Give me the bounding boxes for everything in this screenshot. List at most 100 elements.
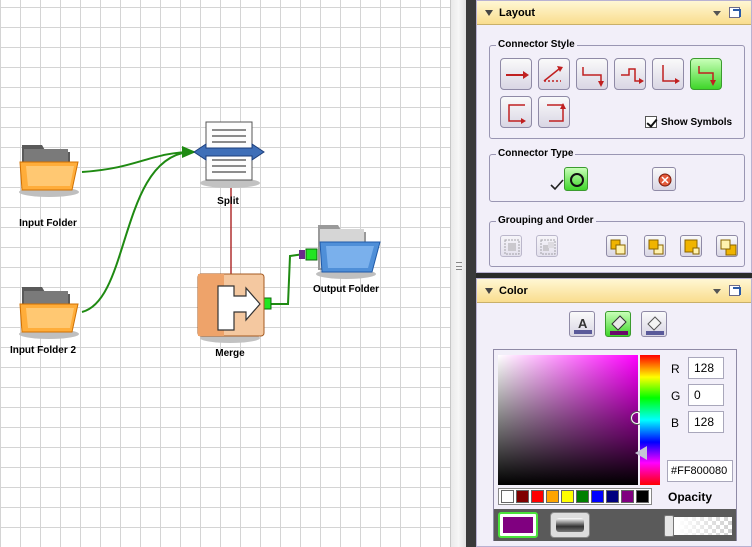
opacity-slider[interactable] — [664, 515, 732, 537]
straight-connector-icon — [506, 71, 529, 79]
node-label: Merge — [215, 348, 245, 359]
stroke-color-icon — [646, 316, 664, 335]
chevron-down-icon[interactable] — [713, 11, 721, 16]
folder-icon — [19, 287, 79, 339]
straight-connector-button[interactable] — [500, 58, 532, 90]
orthogonal-connector-icon — [582, 67, 604, 87]
cross-connector-icon — [658, 173, 672, 187]
send-to-back-button[interactable] — [716, 235, 738, 257]
svg-text:A: A — [578, 316, 588, 331]
color-swatch[interactable] — [516, 490, 529, 503]
selected-checkmark-icon — [550, 179, 564, 191]
blue-label: B — [671, 416, 680, 430]
hue-slider[interactable] — [640, 355, 660, 485]
loop-right-connector-icon — [547, 103, 566, 122]
color-panel-header[interactable]: Color — [477, 279, 751, 303]
ungroup-icon — [540, 239, 556, 255]
loop-right-connector-button[interactable] — [538, 96, 570, 128]
text-color-button[interactable]: A — [569, 311, 595, 337]
ortho-step-connector-icon — [621, 68, 644, 84]
grouping-order-group: Grouping and Order — [489, 215, 745, 267]
circle-connector-icon — [570, 173, 584, 187]
current-color-swatch[interactable] — [498, 512, 538, 538]
blue-input[interactable]: 128 — [688, 411, 724, 433]
color-swatch[interactable] — [501, 490, 514, 503]
popout-icon[interactable] — [729, 285, 741, 296]
split-node[interactable]: Split — [192, 120, 272, 207]
loop-left-connector-button[interactable] — [500, 96, 532, 128]
color-swatches — [498, 488, 652, 505]
connector-style-group: Connector Style Show Symbols — [489, 39, 745, 139]
bring-forward-button[interactable] — [644, 235, 666, 257]
hue-slider-thumb[interactable] — [635, 446, 647, 460]
diagram-canvas[interactable]: Input Folder Input Folder 2 Split Merge … — [0, 0, 450, 547]
folder-icon — [19, 145, 79, 197]
connector-merge-output — [270, 253, 305, 305]
spline-connector-button[interactable] — [538, 58, 570, 90]
color-swatch[interactable] — [561, 490, 574, 503]
color-picker: R 128 G 0 B 128 #FF800080 Opacity — [493, 349, 737, 541]
ortho-corner-connector-button[interactable] — [652, 58, 684, 90]
spline-connector-icon — [543, 66, 563, 82]
ortho-step-connector-button[interactable] — [614, 58, 646, 90]
cross-connector-button[interactable] — [652, 167, 676, 191]
color-swatch[interactable] — [606, 490, 619, 503]
color-swatch[interactable] — [531, 490, 544, 503]
saturation-value-picker[interactable] — [498, 355, 638, 485]
red-input[interactable]: 128 — [688, 357, 724, 379]
color-swatch[interactable] — [546, 490, 559, 503]
fill-color-icon — [610, 315, 628, 335]
hex-color-input[interactable]: #FF800080 — [667, 460, 733, 482]
fill-color-button[interactable] — [605, 311, 631, 337]
group-button[interactable] — [500, 235, 522, 257]
input-folder-2-node[interactable]: Input Folder 2 — [10, 282, 86, 356]
node-label: Output Folder — [312, 284, 380, 295]
orthogonal-connector-button[interactable] — [576, 58, 608, 90]
connector-type-group: Connector Type — [489, 148, 745, 202]
group-icon — [504, 239, 520, 255]
color-swatch[interactable] — [591, 490, 604, 503]
red-label: R — [671, 362, 680, 376]
popout-icon[interactable] — [729, 7, 741, 18]
ortho-zigzag-connector-icon — [698, 66, 716, 86]
bring-to-front-icon — [610, 239, 626, 255]
color-swatch[interactable] — [576, 490, 589, 503]
connector-input2-split — [81, 151, 189, 313]
merge-icon — [197, 273, 265, 343]
output-folder-node[interactable]: Output Folder — [310, 222, 384, 295]
bring-to-front-button[interactable] — [606, 235, 628, 257]
circle-connector-button[interactable] — [564, 167, 588, 191]
green-input[interactable]: 0 — [688, 384, 724, 406]
send-backward-icon — [684, 239, 700, 255]
panel-splitter[interactable] — [450, 0, 466, 547]
side-panel-dock: Layout Connector Style Show Symbols Conn… — [476, 0, 752, 547]
send-to-back-icon — [720, 239, 737, 256]
group-title: Connector Type — [496, 148, 576, 160]
color-swatch[interactable] — [636, 490, 649, 503]
text-color-icon: A — [574, 316, 592, 334]
ungroup-button[interactable] — [536, 235, 558, 257]
input-folder-node[interactable]: Input Folder — [16, 140, 86, 229]
node-label: Input Folder 2 — [9, 345, 77, 356]
folder-icon — [316, 225, 381, 279]
stroke-color-button[interactable] — [641, 311, 667, 337]
merge-node[interactable]: Merge — [196, 272, 270, 359]
panel-title: Layout — [499, 6, 536, 19]
show-symbols-label: Show Symbols — [661, 117, 733, 128]
opacity-slider-thumb[interactable] — [664, 515, 674, 537]
ortho-zigzag-connector-button[interactable] — [690, 58, 722, 90]
chevron-down-icon[interactable] — [713, 289, 721, 294]
ortho-corner-connector-icon — [662, 65, 680, 84]
node-label: Input Folder — [19, 218, 77, 229]
collapse-triangle-icon[interactable] — [485, 9, 493, 16]
current-color-fill — [503, 517, 533, 533]
panel-gutter — [466, 0, 476, 547]
collapse-triangle-icon[interactable] — [485, 287, 493, 294]
color-swatch[interactable] — [621, 490, 634, 503]
opacity-label: Opacity — [668, 490, 713, 504]
layout-panel-header[interactable]: Layout — [477, 1, 751, 25]
panel-title: Color — [499, 284, 528, 297]
show-symbols-checkbox[interactable] — [645, 116, 657, 128]
send-backward-button[interactable] — [680, 235, 702, 257]
gradient-button[interactable] — [550, 512, 590, 538]
